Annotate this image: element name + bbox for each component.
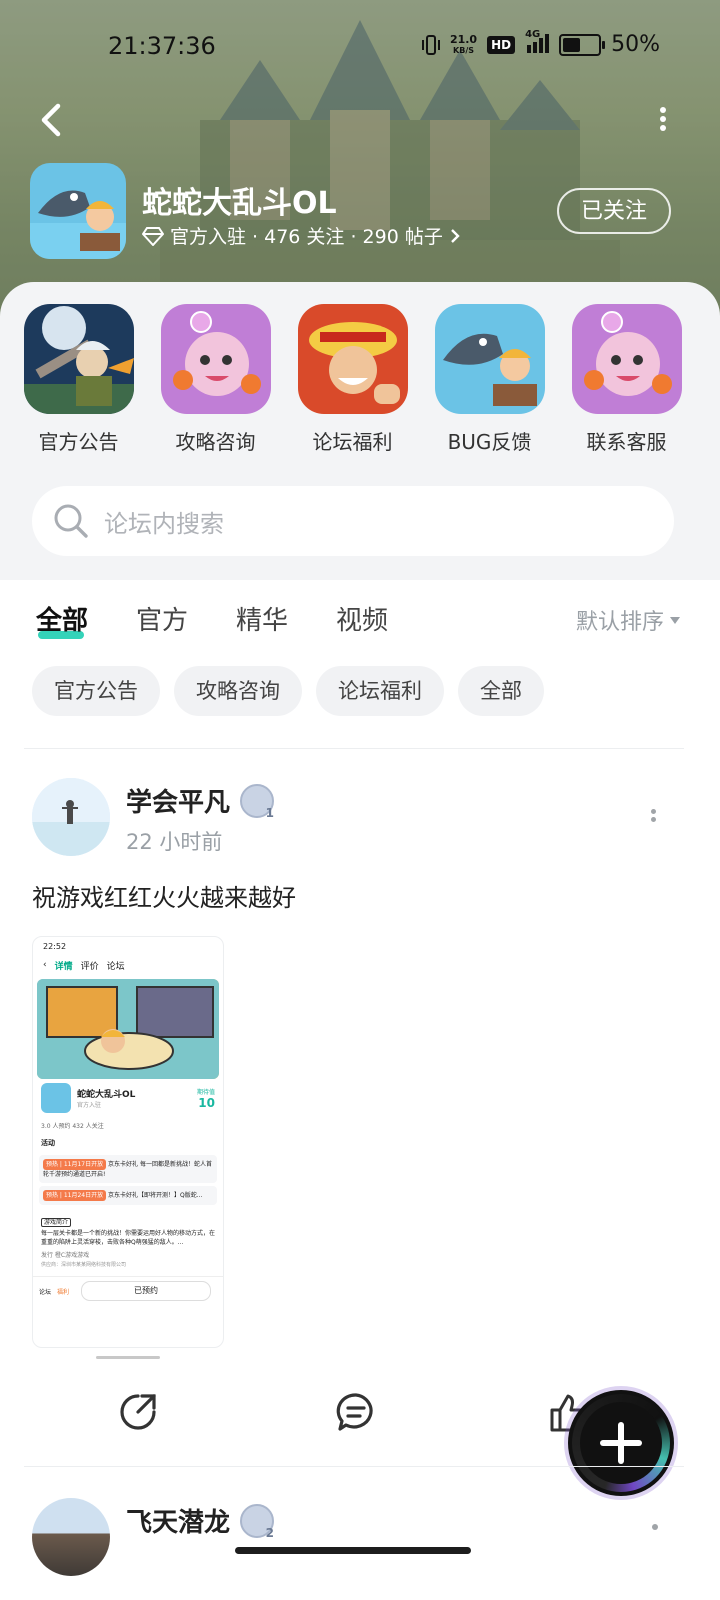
search-placeholder: 论坛内搜索 — [104, 509, 224, 538]
topic-chips: 官方公告 攻略咨询 论坛福利 全部 — [32, 666, 544, 716]
category-welfare[interactable]: 论坛福利 — [284, 304, 421, 455]
mini-back-icon: ‹ — [43, 960, 47, 970]
forum-top-sheet: 官方公告 攻略咨询 论坛福利 BUG反馈 联系客服 论坛内搜索 — [0, 282, 720, 580]
divider — [24, 1466, 684, 1467]
tab-all[interactable]: 全部 — [36, 600, 88, 639]
chip-all[interactable]: 全部 — [458, 666, 544, 716]
mini-intro: 游戏简介 每一层关卡都是一个新的挑战！你需要运用好人物的移动方式，在重重的陷阱上… — [41, 1218, 216, 1268]
category-shortcuts: 官方公告 攻略咨询 论坛福利 BUG反馈 联系客服 — [0, 304, 720, 455]
fish-hero-icon — [434, 304, 545, 414]
battery-icon — [559, 33, 606, 56]
mini-nav-detail: 详情 — [54, 961, 73, 972]
post-more-icon[interactable] — [648, 806, 658, 825]
mini-score-label: 期待值 — [196, 1088, 215, 1096]
tab-featured[interactable]: 精华 — [236, 600, 288, 637]
mini-nav-review: 评价 — [80, 961, 99, 972]
mini-bottom-bar: 论坛 福利 已预约 — [33, 1276, 223, 1305]
mini-activity-title: 活动 — [41, 1139, 55, 1147]
status-bar: 21:37:36 21.0 KB/S HD 4G 50% — [0, 29, 720, 66]
diamond-icon — [142, 226, 164, 246]
mini-time: 22:52 — [43, 941, 67, 951]
vibrate-icon — [421, 34, 440, 55]
comment-icon[interactable] — [336, 1392, 376, 1432]
game-app-icon — [30, 163, 126, 259]
category-strategy[interactable]: 攻略咨询 — [147, 304, 284, 455]
sort-label: 默认排序 — [575, 610, 664, 635]
status-time: 21:37:36 — [108, 32, 216, 60]
mini-activity-1: 预热 | 11月17日开放 京东卡好礼 每一回都是新挑战！蛇人首轮千游预约通道已… — [39, 1155, 217, 1183]
post-author[interactable]: 飞天潜龙 2 — [126, 1502, 275, 1540]
mini-score: 10 — [198, 1095, 215, 1110]
chip-strategy[interactable]: 攻略咨询 — [174, 666, 302, 716]
post-filter-tabs: 全部 官方 精华 视频 — [36, 600, 388, 639]
mini-home-indicator — [96, 1356, 160, 1359]
level-badge-icon: 1 — [240, 783, 275, 820]
post-image[interactable]: 22:52 ‹ 详情 评价 论坛 蛇蛇大乱斗OL 官方入驻 期待值 10 3.0… — [32, 936, 224, 1348]
back-arrow-icon[interactable] — [34, 100, 70, 140]
tab-official[interactable]: 官方 — [136, 600, 188, 637]
share-icon[interactable] — [118, 1392, 158, 1432]
signal-icon: 4G — [525, 29, 550, 56]
mini-stats: 3.0 人预约 432 人关注 — [41, 1123, 104, 1130]
post-more-icon[interactable] — [652, 1524, 658, 1530]
caret-down-icon — [670, 616, 680, 624]
network-speed: 21.0 KB/S — [449, 32, 478, 55]
category-customer-service[interactable]: 联系客服 — [558, 304, 695, 455]
sword-hero-icon — [23, 304, 134, 414]
mini-game-icon — [41, 1083, 71, 1113]
more-options-icon[interactable] — [656, 104, 670, 134]
post-text[interactable]: 祝游戏红红火火越来越好 — [32, 878, 296, 913]
mini-nav: ‹ 详情 评价 论坛 — [33, 955, 223, 975]
mini-activity-2: 预热 | 11月24日开放 京东卡好礼【即将开测！】Q版蛇... — [39, 1186, 217, 1205]
level-badge-icon: 2 — [240, 1503, 275, 1540]
chip-welfare[interactable]: 论坛福利 — [316, 666, 444, 716]
avatar[interactable] — [32, 778, 110, 856]
pink-mascot-icon — [160, 304, 271, 414]
avatar[interactable] — [32, 1498, 110, 1576]
category-official-notice[interactable]: 官方公告 — [0, 304, 147, 455]
game-stats[interactable]: 官方入驻 · 476 关注 · 290 帖子 — [142, 222, 461, 249]
mini-official: 官方入驻 — [77, 1102, 102, 1109]
mini-game-name: 蛇蛇大乱斗OL — [77, 1090, 136, 1100]
battery-percent: 50% — [611, 32, 660, 57]
forum-search-bar[interactable]: 论坛内搜索 — [32, 486, 674, 556]
tab-video[interactable]: 视频 — [336, 600, 388, 637]
straw-hat-icon — [297, 304, 408, 414]
post-author-name: 飞天潜龙 — [126, 1508, 231, 1538]
create-post-button[interactable] — [568, 1390, 674, 1496]
mini-status-bar: 22:52 — [33, 937, 223, 955]
post-author-name: 学会平凡 — [126, 788, 231, 818]
divider — [24, 748, 684, 749]
game-stats-text: 官方入驻 · 476 关注 · 290 帖子 — [170, 226, 443, 248]
plus-icon — [600, 1422, 642, 1464]
sort-dropdown[interactable]: 默认排序 — [576, 604, 680, 636]
mini-game-row: 蛇蛇大乱斗OL 官方入驻 期待值 10 — [33, 1079, 223, 1117]
pink-mascot-icon — [571, 304, 682, 414]
post-time: 22 小时前 — [126, 830, 223, 854]
post-author[interactable]: 学会平凡 1 — [126, 782, 275, 820]
hd-badge: HD — [487, 35, 516, 54]
category-bug-report[interactable]: BUG反馈 — [421, 304, 558, 455]
chevron-right-icon — [451, 228, 460, 243]
game-title: 蛇蛇大乱斗OL — [142, 186, 337, 221]
mini-nav-forum: 论坛 — [106, 961, 125, 972]
search-icon — [54, 504, 88, 538]
mini-game-banner — [37, 979, 219, 1079]
mini-reserve-button: 已预约 — [81, 1281, 211, 1301]
chip-official-notice[interactable]: 官方公告 — [32, 666, 160, 716]
home-indicator[interactable] — [235, 1547, 471, 1554]
follow-button[interactable]: 已关注 — [557, 188, 671, 234]
